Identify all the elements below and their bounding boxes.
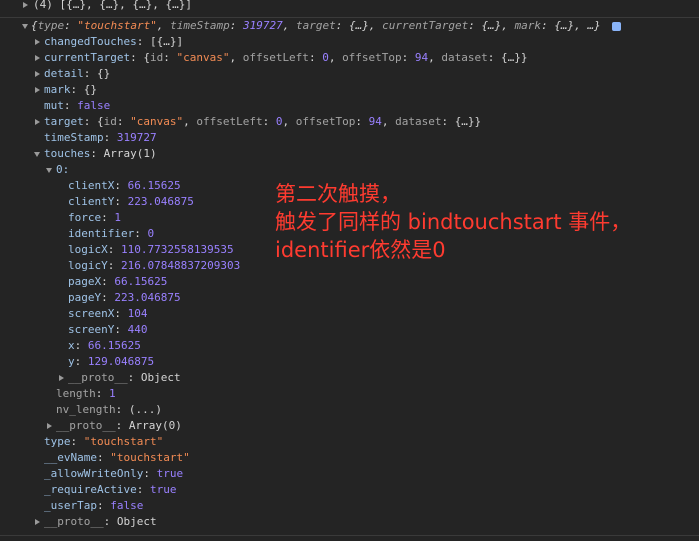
console-divider: [0, 535, 699, 541]
object-preview: {type: "touchstart", timeStamp: 319727, …: [31, 19, 601, 32]
expand-arrow-icon[interactable]: [35, 118, 40, 125]
expand-arrow-icon[interactable]: [35, 54, 40, 61]
collapse-arrow-icon[interactable]: [22, 23, 28, 29]
array-summary-row[interactable]: (4) [{…}, {…}, {…}, {…}]: [0, 0, 699, 18]
info-icon[interactable]: [612, 22, 621, 31]
array-summary: (4) [{…}, {…}, {…}, {…}]: [33, 0, 192, 11]
expand-arrow-icon[interactable]: [35, 518, 40, 525]
annotation-line: 触发了同样的 bindtouchstart 事件，: [275, 210, 632, 234]
expand-arrow-icon[interactable]: [35, 38, 40, 45]
expand-arrow-icon[interactable]: [59, 374, 64, 381]
expand-arrow-icon[interactable]: [35, 86, 40, 93]
expand-arrow-icon[interactable]: [23, 1, 28, 8]
annotation-line: identifier依然是0: [275, 238, 446, 262]
expand-arrow-icon[interactable]: [47, 422, 52, 429]
annotation-line: 第二次触摸，: [275, 182, 401, 206]
expand-arrow-icon[interactable]: [35, 70, 40, 77]
annotation-note: 第二次触摸， 触发了同样的 bindtouchstart 事件， identif…: [275, 180, 631, 264]
collapse-arrow-icon[interactable]: [46, 167, 52, 173]
collapse-arrow-icon[interactable]: [34, 151, 40, 157]
